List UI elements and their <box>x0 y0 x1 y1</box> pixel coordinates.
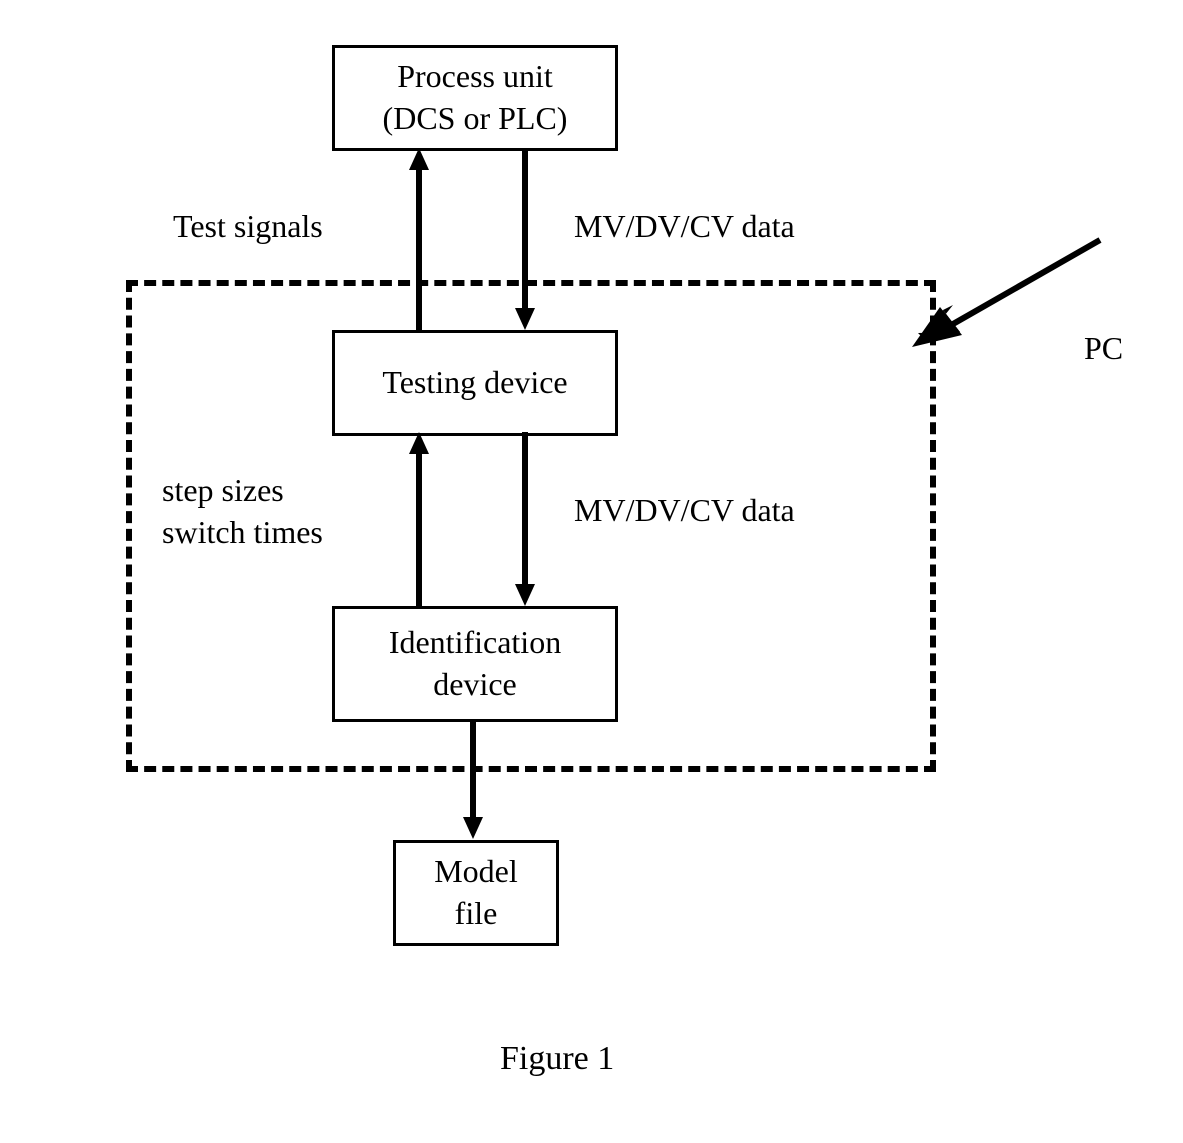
testing-device-label: Testing device <box>382 362 567 404</box>
pc-pointer-arrowhead <box>880 225 1110 365</box>
arrow-shaft <box>522 432 528 586</box>
identification-device-label: Identification device <box>389 622 561 705</box>
arrow-up-icon <box>409 148 429 170</box>
figure-caption: Figure 1 <box>500 1040 614 1078</box>
arrow-up-icon <box>409 432 429 454</box>
process-unit-box: Process unit (DCS or PLC) <box>332 45 618 151</box>
arrow-down-icon <box>515 308 535 330</box>
arrow-shaft <box>522 148 528 310</box>
model-file-box: Model file <box>393 840 559 946</box>
process-unit-label: Process unit (DCS or PLC) <box>383 56 568 139</box>
model-file-label: Model file <box>434 851 518 934</box>
step-sizes-label: step sizes switch times <box>162 470 323 553</box>
arrow-shaft <box>470 719 476 819</box>
arrow-shaft <box>416 452 422 606</box>
testing-device-box: Testing device <box>332 330 618 436</box>
mvdvcv-top-label: MV/DV/CV data <box>574 206 795 248</box>
diagram-canvas: Process unit (DCS or PLC) Testing device… <box>0 0 1183 1143</box>
test-signals-label: Test signals <box>173 206 323 248</box>
arrow-down-icon <box>463 817 483 839</box>
arrow-down-icon <box>515 584 535 606</box>
mvdvcv-mid-label: MV/DV/CV data <box>574 490 795 532</box>
identification-device-box: Identification device <box>332 606 618 722</box>
arrow-shaft <box>416 168 422 330</box>
